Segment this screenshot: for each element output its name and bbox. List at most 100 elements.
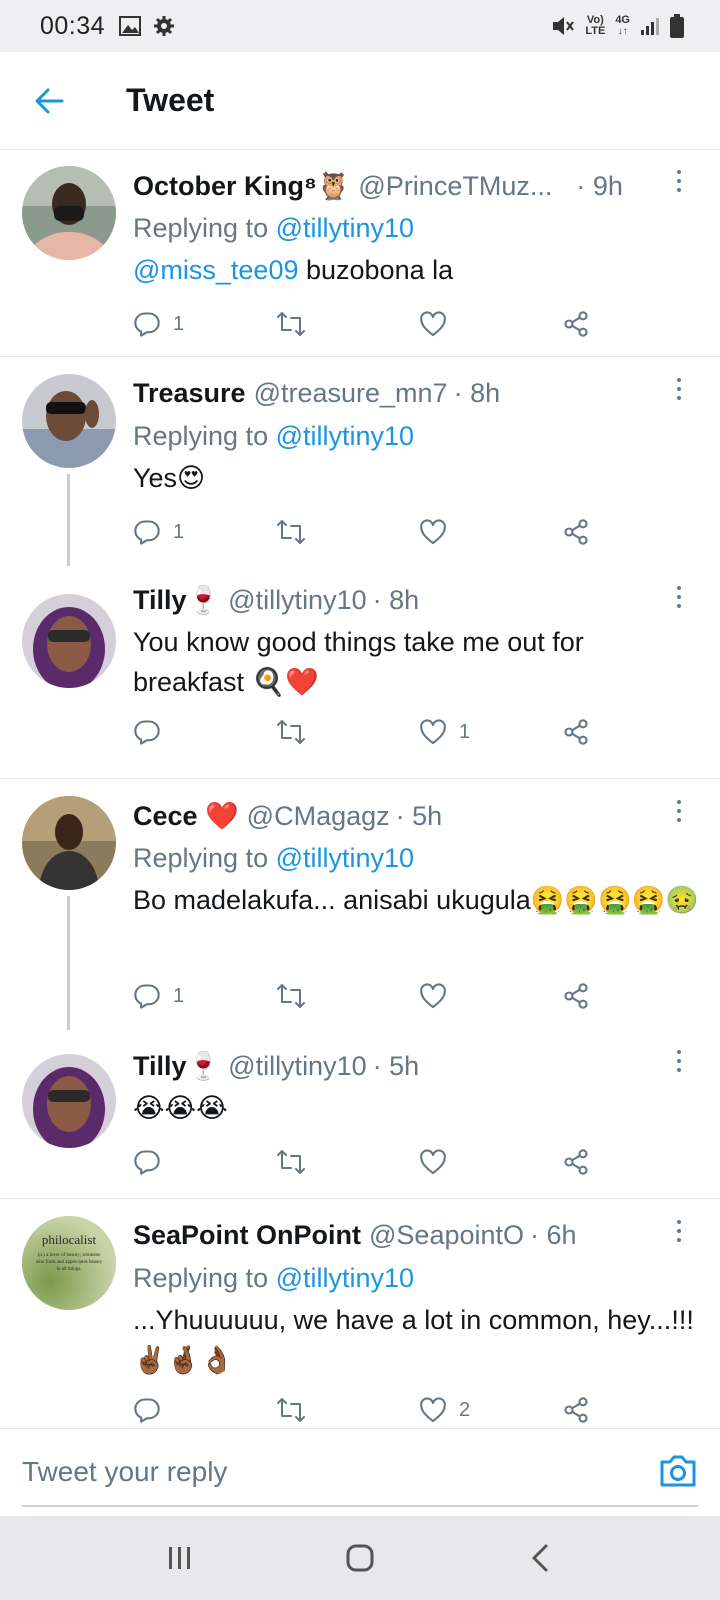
- reply-count: 1: [173, 312, 185, 335]
- tweet-author-name[interactable]: October King⁸🦉: [133, 170, 350, 202]
- retweet-icon: [277, 520, 305, 544]
- share-icon: [564, 519, 588, 545]
- more-options-button[interactable]: [664, 170, 694, 200]
- avatar[interactable]: [22, 594, 116, 688]
- thread-line: [67, 896, 70, 1030]
- tweet-author-name[interactable]: Cece ❤️: [133, 800, 239, 832]
- heart-icon: [420, 1149, 446, 1175]
- like-button[interactable]: [419, 519, 562, 545]
- reply-icon: [134, 984, 160, 1009]
- retweet-button[interactable]: [276, 719, 419, 745]
- reply-button[interactable]: 1: [133, 310, 276, 338]
- replying-label: Replying to: [133, 843, 269, 873]
- like-button[interactable]: 1: [419, 719, 562, 745]
- more-options-button[interactable]: [664, 586, 694, 616]
- retweet-button[interactable]: [276, 1397, 419, 1423]
- share-button[interactable]: [562, 1396, 592, 1424]
- tweet-author-name[interactable]: SeaPoint OnPoint: [133, 1220, 361, 1251]
- tweet-time: · 9h: [576, 171, 623, 201]
- tweet-item[interactable]: Cece ❤️ @CMagagz · 5h Replying to @tillyti…: [0, 780, 720, 1030]
- tweet-text: You know good things take me out for bre…: [133, 627, 584, 697]
- heart-icon: [420, 311, 446, 337]
- like-button[interactable]: [419, 311, 562, 337]
- more-options-button[interactable]: [664, 1050, 694, 1080]
- gallery-icon: [119, 16, 142, 36]
- more-options-button[interactable]: [664, 1220, 694, 1250]
- avatar[interactable]: [22, 796, 116, 890]
- tweet-author-handle[interactable]: @SeapointO: [369, 1220, 524, 1251]
- tweet-item[interactable]: philocalist (n.) a lover of beauty; some…: [0, 1200, 720, 1428]
- tweet-actions: 2: [133, 1390, 593, 1428]
- replying-to-link[interactable]: @tillytiny10: [276, 1263, 414, 1293]
- retweet-button[interactable]: [276, 983, 419, 1009]
- share-icon: [564, 983, 588, 1009]
- retweet-button[interactable]: [276, 311, 419, 337]
- tweet-author-name[interactable]: Tilly🍷: [133, 1050, 220, 1082]
- header: Tweet: [0, 52, 720, 150]
- camera-button[interactable]: [658, 1453, 698, 1493]
- signal-icon: [641, 18, 659, 35]
- avatar[interactable]: [22, 1054, 116, 1148]
- tweet-item[interactable]: Treasure @treasure_mn7 · 8h Replying to @t…: [0, 358, 720, 566]
- avatar[interactable]: [22, 166, 116, 260]
- tweet-author-name[interactable]: Treasure: [133, 378, 246, 409]
- camera-icon: [660, 1455, 696, 1487]
- tweet-author-handle[interactable]: @PrinceTMuz...: [358, 171, 552, 202]
- share-button[interactable]: [562, 982, 592, 1010]
- mention-link[interactable]: @miss_tee09: [133, 255, 298, 285]
- like-button[interactable]: [419, 1149, 562, 1175]
- heart-icon: [420, 719, 446, 745]
- tweet-time: · 8h: [453, 378, 501, 408]
- tweet-text: ...Yhuuuuuu, we have a lot in common, he…: [133, 1305, 694, 1375]
- replying-to-link[interactable]: @tillytiny10: [276, 843, 414, 873]
- tweet-item[interactable]: Tilly🍷 @tillytiny10 · 5h 😭😭😭: [0, 1030, 720, 1198]
- tweet-item[interactable]: Tilly🍷 @tillytiny10 · 8h You know good thi…: [0, 566, 720, 778]
- replying-to-link[interactable]: @tillytiny10: [276, 213, 414, 243]
- retweet-button[interactable]: [276, 519, 419, 545]
- tweet-author-handle[interactable]: @tillytiny10: [228, 1051, 366, 1082]
- replying-label: Replying to: [133, 421, 269, 451]
- system-back-button[interactable]: [510, 1528, 570, 1588]
- tweet-actions: 1: [133, 712, 593, 752]
- more-options-button[interactable]: [664, 378, 694, 408]
- like-button[interactable]: 2: [419, 1397, 562, 1423]
- like-count: 1: [459, 720, 471, 743]
- avatar[interactable]: [22, 374, 116, 468]
- reply-button[interactable]: 1: [133, 982, 276, 1010]
- back-button[interactable]: [20, 72, 78, 130]
- tweet-time: · 8h: [372, 585, 420, 615]
- share-button[interactable]: [562, 718, 592, 746]
- divider: [0, 1198, 720, 1199]
- reply-button[interactable]: [133, 1148, 276, 1176]
- heart-icon: [420, 983, 446, 1009]
- reply-button[interactable]: [133, 1396, 276, 1424]
- home-button[interactable]: [330, 1528, 390, 1588]
- reply-button[interactable]: 1: [133, 518, 276, 546]
- retweet-button[interactable]: [276, 1149, 419, 1175]
- more-options-button[interactable]: [664, 800, 694, 830]
- replying-to-link[interactable]: @tillytiny10: [276, 421, 414, 451]
- like-button[interactable]: [419, 983, 562, 1009]
- reply-count: 1: [173, 984, 185, 1007]
- recents-button[interactable]: [150, 1528, 210, 1588]
- like-count: 2: [459, 1398, 471, 1421]
- reply-icon: [134, 1150, 160, 1175]
- reply-button[interactable]: [133, 718, 276, 746]
- reply-count: 1: [173, 520, 185, 543]
- tweet-author-handle[interactable]: @CMagagz: [247, 801, 390, 832]
- tweet-item[interactable]: October King⁸🦉 @PrinceTMuz... · 9h Replyin…: [0, 150, 720, 356]
- tweet-actions: 1: [133, 512, 593, 552]
- avatar[interactable]: philocalist (n.) a lover of beauty; some…: [22, 1216, 116, 1310]
- tweet-author-handle[interactable]: @treasure_mn7: [254, 378, 448, 409]
- tweet-text: Yes😍: [133, 463, 206, 493]
- reply-icon: [134, 520, 160, 545]
- share-button[interactable]: [562, 310, 592, 338]
- volte-indicator: Vo) LTE: [585, 15, 605, 37]
- avatar-text: philocalist: [41, 1232, 97, 1247]
- reply-input[interactable]: Tweet your reply: [22, 1429, 622, 1515]
- network-type: 4G ↓↑: [615, 14, 630, 38]
- tweet-author-handle[interactable]: @tillytiny10: [228, 585, 366, 616]
- tweet-author-name[interactable]: Tilly🍷: [133, 584, 220, 616]
- share-button[interactable]: [562, 1148, 592, 1176]
- share-button[interactable]: [562, 518, 592, 546]
